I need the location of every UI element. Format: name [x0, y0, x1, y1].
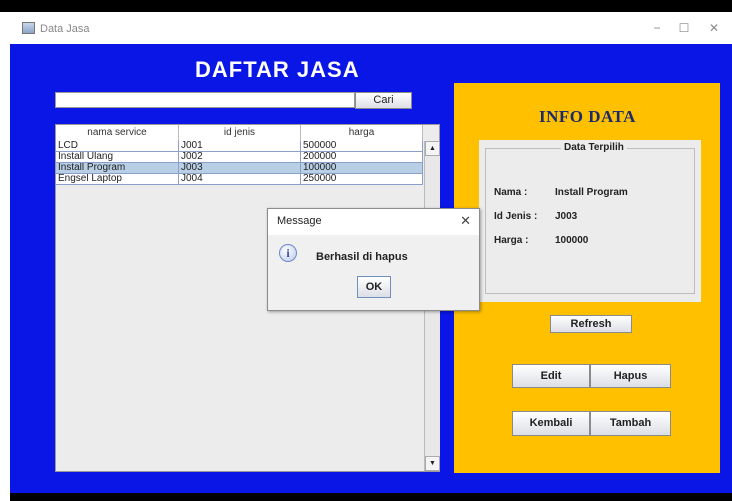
cell-harga: 100000	[301, 163, 423, 174]
column-header-harga[interactable]: harga	[301, 125, 423, 141]
dialog-close-icon[interactable]: ✕	[460, 213, 471, 229]
cell-id-jenis: J004	[179, 174, 301, 185]
page-title: DAFTAR JASA	[195, 57, 360, 82]
screen-bottom-bar	[10, 493, 732, 501]
group-label: Data Terpilih	[561, 142, 627, 153]
tambah-button[interactable]: Tambah	[590, 411, 671, 436]
maximize-icon[interactable]: ☐	[673, 19, 695, 37]
cell-harga: 500000	[301, 141, 423, 152]
nama-label: Nama :	[494, 187, 528, 198]
harga-value: 100000	[555, 235, 589, 246]
cell-id-jenis: J002	[179, 152, 301, 163]
app-window-icon	[22, 22, 35, 34]
window-left-edge	[0, 12, 10, 501]
search-input[interactable]	[55, 92, 355, 108]
id-jenis-label: Id Jenis :	[494, 211, 538, 222]
close-icon[interactable]: ✕	[703, 19, 725, 37]
ok-button[interactable]: OK	[357, 276, 391, 298]
minimize-icon[interactable]: −	[646, 19, 668, 37]
refresh-button[interactable]: Refresh	[550, 315, 632, 333]
dialog-title: Message	[277, 215, 322, 227]
kembali-button[interactable]: Kembali	[512, 411, 590, 436]
cell-nama-service: Engsel Laptop	[56, 174, 179, 185]
cell-nama-service: Install Program	[56, 163, 179, 174]
nama-value: Install Program	[555, 187, 628, 198]
table-row[interactable]: Install Ulang J002 200000	[56, 152, 423, 163]
scroll-down-icon[interactable]: ▼	[425, 456, 440, 471]
info-title: INFO DATA	[539, 107, 636, 126]
cell-id-jenis: J001	[179, 141, 301, 152]
table-row-selected[interactable]: Install Program J003 100000	[56, 163, 423, 174]
table-row[interactable]: LCD J001 500000	[56, 141, 423, 152]
info-icon: i	[279, 244, 297, 262]
hapus-button[interactable]: Hapus	[590, 364, 671, 388]
table-row[interactable]: Engsel Laptop J004 250000	[56, 174, 423, 185]
cell-id-jenis: J003	[179, 163, 301, 174]
message-dialog: Message ✕ i Berhasil di hapus OK	[267, 208, 480, 311]
edit-button[interactable]: Edit	[512, 364, 590, 388]
dialog-titlebar: Message ✕	[268, 209, 479, 235]
window-title: Data Jasa	[40, 23, 90, 35]
data-terpilih-group: Data Terpilih Nama : Install Program Id …	[479, 140, 701, 302]
screen-top-bar	[0, 0, 732, 12]
dialog-message: Berhasil di hapus	[316, 251, 408, 263]
cell-nama-service: LCD	[56, 141, 179, 152]
column-header-id-jenis[interactable]: id jenis	[179, 125, 301, 141]
harga-label: Harga :	[494, 235, 529, 246]
info-panel: INFO DATA Data Terpilih Nama : Install P…	[454, 83, 720, 473]
cell-nama-service: Install Ulang	[56, 152, 179, 163]
main-frame: DAFTAR JASA Cari nama service id jenis h…	[10, 44, 732, 493]
scroll-up-icon[interactable]: ▲	[425, 141, 440, 156]
table-header: nama service id jenis harga	[56, 125, 423, 142]
cari-button[interactable]: Cari	[355, 92, 412, 109]
cell-harga: 250000	[301, 174, 423, 185]
window-titlebar: Data Jasa − ☐ ✕	[10, 12, 732, 44]
column-header-nama-service[interactable]: nama service	[56, 125, 179, 141]
id-jenis-value: J003	[555, 211, 578, 222]
cell-harga: 200000	[301, 152, 423, 163]
